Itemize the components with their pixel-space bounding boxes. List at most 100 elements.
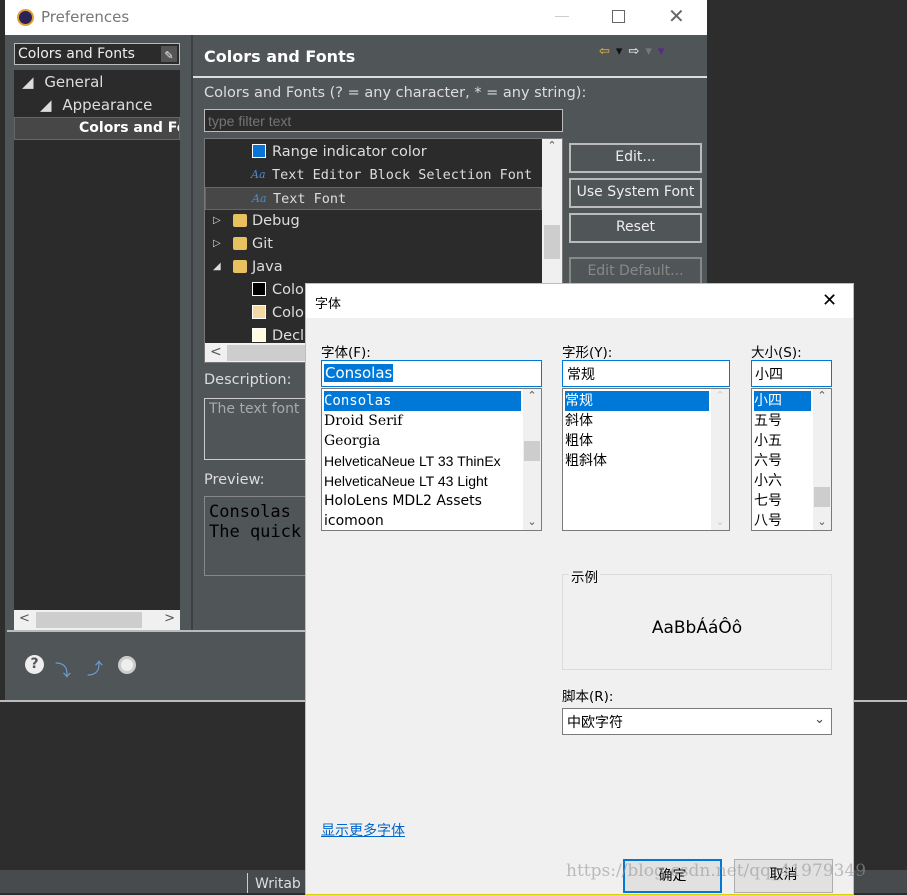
size-label: 大小(S): [751, 345, 802, 361]
color-swatch-icon [252, 282, 266, 296]
description-box: The text font [204, 398, 314, 460]
label: Git [252, 236, 273, 252]
list-item[interactable]: Georgia [324, 431, 521, 451]
edit-button[interactable]: Edit... [569, 143, 702, 173]
label: Text Font [273, 191, 347, 207]
minimize-button[interactable] [555, 16, 569, 17]
label: Range indicator color [272, 144, 427, 160]
description-label: Description: [204, 372, 292, 388]
dialog-title: 字体 [315, 297, 342, 312]
label: Appearance [62, 96, 153, 114]
list-item[interactable]: 小六 [754, 471, 811, 491]
label: Java [252, 259, 283, 275]
dialog-title-bar: 字体 ✕ [306, 284, 853, 318]
maximize-button[interactable] [612, 10, 625, 23]
size-input[interactable]: 小四 [751, 360, 832, 387]
tree-item[interactable]: Aa Text Font [205, 187, 542, 210]
style-input[interactable]: 常规 [562, 360, 730, 387]
list-item[interactable]: HelveticaNeue LT 33 ThinEx [324, 451, 521, 471]
list-item[interactable]: 常规 [565, 391, 709, 411]
eclipse-icon [17, 9, 34, 26]
preview-box: Consolas The quick [204, 496, 314, 576]
nav-hscrollbar[interactable]: < > [14, 610, 180, 630]
help-icon[interactable]: ? [25, 655, 44, 674]
preview-line: The quick [209, 522, 302, 542]
show-more-fonts-link[interactable]: 显示更多字体 [321, 820, 405, 840]
nav-arrows[interactable]: ⇦▾⇨▾▾ [599, 44, 670, 59]
title-bar: Preferences ✕ [5, 0, 707, 35]
reset-button[interactable]: Reset [569, 213, 702, 243]
chevron-down-icon: ⌄ [814, 712, 825, 727]
font-input[interactable]: Consolas [321, 360, 542, 387]
import-icon[interactable]: ⤵ [55, 657, 71, 681]
tree-item[interactable]: ◢ Java [205, 256, 542, 279]
list-item[interactable]: 七号 [754, 491, 811, 511]
tree-item[interactable]: Range indicator color [205, 141, 542, 164]
sample-text: AaBbÁáÔô [651, 618, 743, 638]
list-item[interactable]: Droid Serif [324, 411, 521, 431]
sample-group: 示例 AaBbÁáÔô [562, 566, 832, 670]
size-list[interactable]: ⌃ ⌄ 小四 五号 小五 六号 小六 七号 八号 [751, 388, 832, 531]
style-list-scrollbar[interactable]: ⌃ ⌄ [711, 389, 729, 530]
style-list[interactable]: ⌃ ⌄ 常规 斜体 粗体 粗斜体 [562, 388, 730, 531]
list-item[interactable]: 小五 [754, 431, 811, 451]
collapsed-arrow-icon[interactable]: ▷ [213, 233, 221, 255]
tree-item-general[interactable]: ◢ General [22, 73, 103, 91]
list-item[interactable]: icomoon [324, 511, 521, 531]
preview-line: Consolas [209, 502, 291, 522]
font-dialog: 字体 ✕ 字体(F): Consolas ⌃ ⌄ Consolas Droid Se… [305, 283, 866, 895]
size-list-scrollbar[interactable]: ⌃ ⌄ [813, 389, 831, 530]
status-writable: Writab [255, 876, 301, 892]
label: Colors and Fo [79, 120, 180, 136]
font-icon: Aa [252, 192, 267, 205]
font-label: 字体(F): [321, 345, 371, 361]
list-item[interactable]: 小四 [754, 391, 811, 411]
cancel-button[interactable]: 取消 [734, 859, 833, 893]
list-item[interactable]: 斜体 [565, 411, 709, 431]
list-item[interactable]: 粗体 [565, 431, 709, 451]
tree-item-appearance[interactable]: ◢ Appearance [40, 96, 152, 114]
page-title: Colors and Fonts [204, 47, 356, 66]
list-item[interactable]: Consolas [324, 391, 521, 411]
use-system-font-button[interactable]: Use System Font [569, 178, 702, 208]
color-swatch-icon [252, 305, 266, 319]
folder-icon [233, 260, 247, 273]
script-label: 脚本(R): [562, 689, 614, 705]
expanded-arrow-icon[interactable]: ◢ [213, 256, 221, 278]
list-item[interactable]: 八号 [754, 511, 811, 531]
list-item[interactable]: HoloLens MDL2 Assets [324, 491, 521, 511]
nav-filter-value: Colors and Fonts [18, 46, 135, 62]
tree-item[interactable]: ▷ Git [205, 233, 542, 256]
font-list[interactable]: ⌃ ⌄ Consolas Droid Serif Georgia HelveticaNe… [321, 388, 542, 531]
label: General [44, 73, 104, 91]
script-select[interactable]: 中欧字符 ⌄ [562, 708, 832, 735]
color-swatch-icon [252, 144, 266, 158]
nav-filter-input[interactable]: Colors and Fonts ✎ [14, 43, 180, 65]
list-item[interactable]: 粗斜体 [565, 451, 709, 471]
list-item[interactable]: 五号 [754, 411, 811, 431]
font-icon: Aa [251, 168, 266, 181]
filter-label: Colors and Fonts (? = any character, * =… [204, 85, 587, 101]
filter-input[interactable] [204, 109, 563, 132]
tree-item[interactable]: ▷ Debug [205, 210, 542, 233]
preview-label: Preview: [204, 472, 265, 488]
style-label: 字形(Y): [562, 345, 613, 361]
close-button[interactable]: ✕ [668, 4, 685, 28]
tree-item-colors-and-fonts[interactable]: Colors and Fo [14, 117, 180, 140]
clear-icon[interactable]: ✎ [161, 46, 177, 62]
description-text: The text font [209, 401, 300, 417]
font-list-scrollbar[interactable]: ⌃ ⌄ [523, 389, 541, 530]
font-input-value: Consolas [324, 364, 394, 382]
list-item[interactable]: HelveticaNeue LT 43 Light [324, 471, 521, 491]
tree-item[interactable]: Aa Text Editor Block Selection Font [205, 164, 542, 187]
collapsed-arrow-icon[interactable]: ▷ [213, 210, 221, 232]
label: Text Editor Block Selection Font [272, 167, 533, 183]
window-title: Preferences [41, 8, 130, 26]
list-item[interactable]: 六号 [754, 451, 811, 471]
close-button[interactable]: ✕ [822, 290, 837, 311]
label: Colo [272, 282, 304, 298]
ok-button[interactable]: 确定 [623, 859, 722, 893]
script-value: 中欧字符 [567, 715, 623, 731]
export-icon[interactable]: ⤴ [87, 655, 103, 679]
record-icon[interactable] [118, 656, 136, 674]
